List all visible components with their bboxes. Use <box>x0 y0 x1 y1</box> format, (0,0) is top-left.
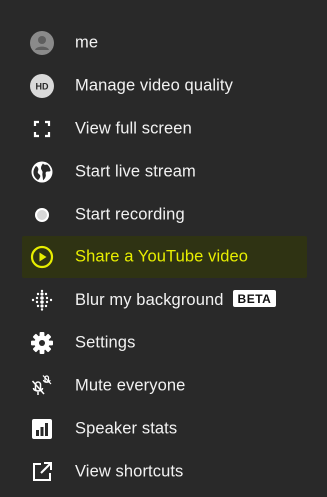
menu-item-label: Manage video quality <box>75 76 233 94</box>
menu-item-settings[interactable]: Settings <box>0 321 327 364</box>
fullscreen-icon <box>30 117 54 141</box>
mute-everyone-icon <box>30 374 54 398</box>
menu-item-share-youtube[interactable]: Share a YouTube video <box>22 236 307 278</box>
menu-item-label: Blur my background BETA <box>75 289 277 310</box>
menu-item-label: View full screen <box>75 119 192 137</box>
stats-icon <box>30 417 54 441</box>
play-circle-icon <box>30 245 54 269</box>
menu-item-label: Settings <box>75 333 136 351</box>
menu-item-label: Start recording <box>75 205 185 223</box>
hd-icon: HD <box>30 73 54 98</box>
menu-item-label: Speaker stats <box>75 419 178 437</box>
menu-item-live-stream[interactable]: Start live stream <box>0 150 327 193</box>
menu-item-label: Share a YouTube video <box>75 247 249 266</box>
menu-item-profile[interactable]: me <box>0 21 327 64</box>
menu-item-label: Mute everyone <box>75 376 186 394</box>
menu-item-blur-background[interactable]: Blur my background BETA <box>0 278 327 321</box>
overflow-menu: me HD Manage video quality View full scr… <box>0 0 327 497</box>
menu-item-label: View shortcuts <box>75 462 184 480</box>
menu-item-recording[interactable]: Start recording <box>0 193 327 236</box>
menu-item-mute-everyone[interactable]: Mute everyone <box>0 364 327 407</box>
beta-badge: BETA <box>232 289 277 307</box>
menu-item-speaker-stats[interactable]: Speaker stats <box>0 407 327 450</box>
menu-item-fullscreen[interactable]: View full screen <box>0 107 327 150</box>
gear-icon <box>30 331 54 355</box>
menu-item-label: me <box>75 33 99 51</box>
menu-item-label: Start live stream <box>75 162 196 180</box>
svg-text:HD: HD <box>36 81 49 91</box>
menu-item-video-quality[interactable]: HD Manage video quality <box>0 64 327 107</box>
blur-icon <box>30 288 54 312</box>
avatar-icon <box>30 30 54 55</box>
menu-item-text: Blur my background <box>75 290 224 309</box>
external-link-icon <box>30 460 54 484</box>
menu-item-view-shortcuts[interactable]: View shortcuts <box>0 450 327 493</box>
globe-icon <box>30 160 54 184</box>
record-icon <box>30 203 54 227</box>
